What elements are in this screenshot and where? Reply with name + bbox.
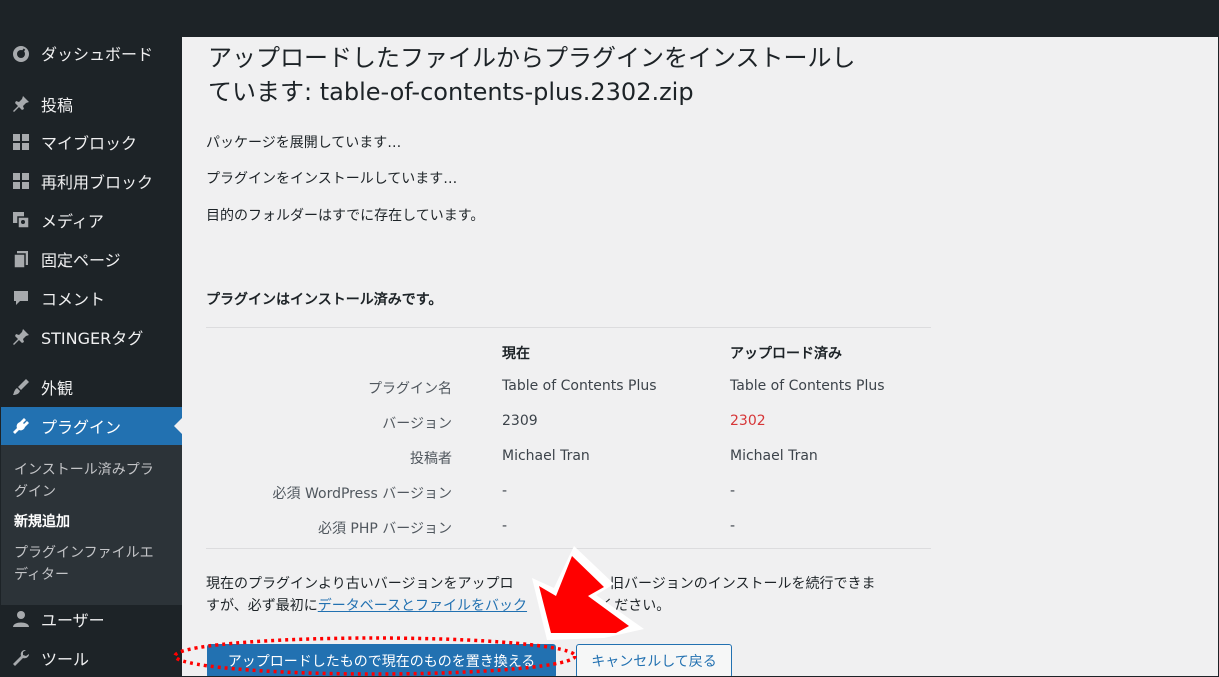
- cell-current: -: [502, 518, 508, 534]
- plugins-submenu: インストール済みプラ グイン 新規追加 プラグインファイルエ ディター: [1, 445, 182, 605]
- cell-current: Table of Contents Plus: [502, 378, 657, 394]
- table-divider: [206, 548, 931, 549]
- admin-sidebar: ダッシュボード 投稿 マイブロック 再利用ブロック メディア 固定ページ コメン…: [1, 34, 182, 676]
- submenu-add-new[interactable]: 新規追加: [14, 511, 174, 533]
- sidebar-item-my-blocks[interactable]: マイブロック: [1, 123, 182, 161]
- admin-bar: [1, 1, 1218, 37]
- replace-plugin-button[interactable]: アップロードしたもので現在のものを置き換える: [207, 644, 556, 676]
- media-icon: [10, 209, 32, 231]
- wrench-icon: [10, 647, 32, 669]
- page-icon: [10, 248, 32, 270]
- pin-icon: [10, 326, 32, 348]
- page-title-line: アップロードしたファイルからプラグインをインストールし: [208, 44, 856, 72]
- submenu-label-line: インストール済みプラ: [14, 462, 154, 478]
- row-label: 必須 WordPress バージョン: [272, 486, 452, 502]
- progress-message: 目的のフォルダーはすでに存在しています。: [206, 208, 485, 224]
- sidebar-item-dashboard[interactable]: ダッシュボード: [1, 34, 182, 72]
- main-content: アップロードしたファイルからプラグインをインストールし ています: table-…: [182, 37, 1218, 676]
- progress-message: パッケージを展開しています…: [206, 135, 402, 151]
- progress-message: プラグインをインストールしています…: [206, 171, 458, 187]
- sidebar-item-reusable-blocks[interactable]: 再利用ブロック: [1, 162, 182, 200]
- sidebar-item-label: STINGERタグ: [41, 329, 144, 348]
- row-label: 投稿者: [410, 451, 452, 467]
- backup-link[interactable]: データベースとファイルをバック: [318, 598, 527, 614]
- sidebar-item-posts[interactable]: 投稿: [1, 85, 182, 123]
- sidebar-item-label: 再利用ブロック: [41, 173, 154, 192]
- column-header-uploaded: アップロード済み: [730, 346, 842, 362]
- pin-icon: [10, 93, 32, 115]
- submenu-label-line: ディター: [14, 567, 70, 583]
- sidebar-item-pages[interactable]: 固定ページ: [1, 240, 182, 278]
- notice-text: ます。旧バージョンのインストールを続行できま: [569, 576, 876, 592]
- row-label: 必須 PHP バージョン: [317, 521, 452, 537]
- user-icon: [10, 608, 32, 630]
- sidebar-item-stinger-tag[interactable]: STINGERタグ: [1, 318, 182, 356]
- sidebar-item-label: コメント: [41, 290, 106, 309]
- sidebar-item-label: ダッシュボード: [41, 45, 154, 64]
- cell-current: -: [502, 483, 508, 499]
- notice-text: してください。: [573, 598, 671, 614]
- table-divider: [206, 327, 931, 328]
- screenshot-frame: ダッシュボード 投稿 マイブロック 再利用ブロック メディア 固定ページ コメン…: [0, 0, 1219, 677]
- cell-uploaded-version-diff: 2302: [730, 413, 766, 429]
- sidebar-item-plugins[interactable]: プラグイン: [1, 407, 182, 445]
- sidebar-item-comments[interactable]: コメント: [1, 279, 182, 317]
- cell-uploaded: Table of Contents Plus: [730, 378, 885, 394]
- sidebar-item-label: マイブロック: [41, 134, 138, 153]
- sidebar-item-tools[interactable]: ツール: [1, 639, 182, 676]
- notice-text: 現在のプラグインより古いバージョンをアップロ: [206, 576, 514, 592]
- cell-uploaded: -: [730, 483, 736, 499]
- column-header-current: 現在: [502, 346, 530, 362]
- submenu-label-line: グイン: [14, 484, 56, 500]
- downgrade-notice: 現在のプラグインより古いバージョンをアップロ ます。旧バージョンのインストールを続…: [206, 573, 941, 617]
- cell-uploaded: -: [730, 518, 736, 534]
- brush-icon: [10, 376, 32, 398]
- sidebar-item-label: 固定ページ: [41, 251, 121, 270]
- sidebar-item-label: ツール: [41, 650, 90, 669]
- row-label: バージョン: [382, 416, 452, 432]
- blocks-icon: [10, 131, 32, 153]
- submenu-label-line: プラグインファイルエ: [14, 545, 154, 561]
- install-status: プラグインはインストール済みです。: [206, 292, 443, 308]
- sidebar-item-label: ユーザー: [41, 611, 105, 630]
- submenu-plugin-file-editor[interactable]: プラグインファイルエ ディター: [14, 542, 174, 586]
- sidebar-item-appearance[interactable]: 外観: [1, 368, 182, 406]
- page-title-line: ています: table-of-contents-plus.2302.zip: [208, 78, 694, 106]
- page-title: アップロードしたファイルからプラグインをインストールし ています: table-…: [208, 41, 928, 109]
- sidebar-item-label: メディア: [41, 212, 104, 231]
- sidebar-item-media[interactable]: メディア: [1, 201, 182, 239]
- comment-icon: [10, 287, 32, 309]
- notice-text: すが、必ず最初に: [206, 598, 318, 614]
- dashboard-icon: [10, 42, 32, 64]
- cell-uploaded: Michael Tran: [730, 448, 818, 464]
- submenu-installed-plugins[interactable]: インストール済みプラ グイン: [14, 459, 174, 503]
- cancel-button[interactable]: キャンセルして戻る: [576, 644, 732, 676]
- plugin-icon: [10, 415, 32, 437]
- sidebar-item-label: 投稿: [41, 96, 74, 115]
- row-label: プラグイン名: [368, 381, 452, 397]
- sidebar-item-label: プラグイン: [41, 418, 122, 437]
- cell-current: Michael Tran: [502, 448, 590, 464]
- cell-current: 2309: [502, 413, 538, 429]
- sidebar-item-users[interactable]: ユーザー: [1, 600, 182, 638]
- blocks-icon: [10, 170, 32, 192]
- sidebar-item-label: 外観: [41, 379, 74, 398]
